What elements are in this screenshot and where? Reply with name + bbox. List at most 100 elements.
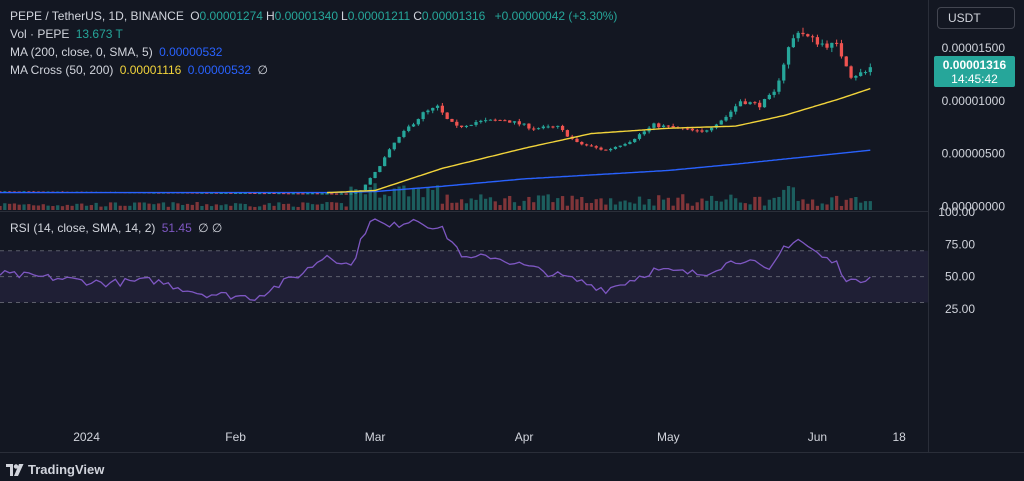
tradingview-logo[interactable]: TradingView: [6, 462, 104, 477]
time-tick-label: Mar: [365, 430, 386, 444]
volume-bar: [618, 201, 622, 210]
volume-bar: [262, 204, 267, 210]
volume-bar: [734, 198, 738, 210]
candle: [551, 125, 555, 129]
volume-bar: [157, 203, 161, 210]
candle: [464, 125, 469, 129]
candle: [407, 124, 411, 133]
volume-bar: [166, 206, 170, 210]
volume-bar: [868, 201, 872, 210]
candle: [762, 98, 767, 108]
volume-bar: [666, 197, 670, 210]
candle: [748, 101, 752, 105]
candle: [517, 118, 521, 127]
volume-bar: [839, 205, 844, 210]
candle: [584, 143, 589, 147]
volume-bar: [772, 197, 776, 210]
volume-bar: [104, 206, 108, 210]
candle: [801, 27, 805, 37]
volume-bar: [219, 205, 223, 210]
volume-bar: [32, 205, 36, 210]
candle: [301, 193, 305, 195]
volume-bar: [330, 202, 334, 210]
ma-value: 0.00000532: [159, 45, 223, 59]
volume-bar: [56, 205, 60, 210]
candle: [700, 128, 704, 133]
volume-bar: [190, 204, 194, 210]
volume-bar: [503, 198, 507, 210]
symbol-title[interactable]: PEPE / TetherUS, 1D, BINANCE: [10, 9, 184, 23]
volume-bar: [233, 203, 238, 210]
volume-bar: [522, 200, 526, 210]
candle: [508, 120, 512, 123]
volume-bar: [416, 187, 420, 210]
volume-bar: [599, 198, 603, 210]
candle: [445, 112, 449, 120]
volume-bar: [411, 188, 416, 210]
volume-bar: [383, 194, 387, 210]
volume-bar: [12, 203, 17, 210]
candle: [734, 103, 738, 115]
time-tick-label: Apr: [515, 430, 534, 444]
volume-bar: [123, 205, 127, 210]
candle: [796, 31, 800, 42]
volume-bar: [637, 196, 642, 210]
candle: [532, 126, 536, 132]
volume-bar: [46, 205, 50, 210]
candle: [368, 177, 372, 185]
volume-bar: [282, 203, 286, 210]
candle: [604, 149, 608, 151]
currency-button[interactable]: USDT: [937, 7, 1015, 29]
candle: [791, 34, 796, 48]
candle: [623, 142, 627, 147]
volume-bar: [200, 206, 204, 210]
volume-bar: [647, 199, 651, 210]
last-price: 0.00001316: [942, 58, 1007, 72]
candle: [786, 46, 791, 69]
volume-bar: [820, 203, 824, 210]
volume-bar: [584, 203, 589, 210]
ma-cross-label[interactable]: MA Cross (50, 200): [10, 63, 113, 77]
candle: [411, 122, 416, 128]
volume-bar: [363, 194, 368, 210]
candle: [589, 144, 594, 147]
volume-bar: [796, 200, 800, 210]
volume-bar: [575, 199, 579, 210]
time-tick-label: Feb: [225, 430, 246, 444]
candle: [849, 65, 853, 80]
volume-bar: [75, 203, 79, 210]
candle: [767, 93, 771, 100]
volume-bar: [546, 194, 550, 210]
ohlc-key: L: [341, 9, 348, 23]
volume-bar: [556, 198, 560, 210]
ma-label[interactable]: MA (200, close, 0, SMA, 5): [10, 45, 153, 59]
volume-bar: [685, 203, 690, 210]
volume-bar: [676, 197, 680, 210]
volume-bar: [815, 205, 820, 210]
volume-bar: [132, 202, 137, 210]
candle: [416, 118, 420, 126]
volume-bar: [532, 202, 536, 210]
volume-bar: [248, 206, 252, 210]
volume-bar: [407, 196, 411, 210]
volume-bar: [306, 202, 310, 210]
candle: [743, 98, 747, 105]
volume-label[interactable]: Vol · PEPE: [10, 27, 69, 41]
volume-bar: [209, 206, 214, 210]
rsi-label[interactable]: RSI (14, close, SMA, 14, 2): [10, 221, 155, 235]
ohlc-value: 0.00001211: [347, 9, 411, 23]
volume-bar: [315, 204, 319, 210]
candle: [637, 132, 642, 141]
volume-bar: [152, 204, 156, 210]
candle: [666, 125, 670, 128]
candle: [402, 129, 406, 139]
volume-bar: [782, 189, 786, 210]
candle: [440, 102, 444, 115]
candle: [435, 104, 440, 111]
ohlc-value: 0.00001274: [199, 9, 263, 23]
volume-bar: [118, 205, 122, 210]
volume-bar: [825, 204, 829, 210]
volume-bar: [243, 203, 247, 210]
candle: [705, 129, 709, 133]
volume-bar: [690, 205, 695, 210]
